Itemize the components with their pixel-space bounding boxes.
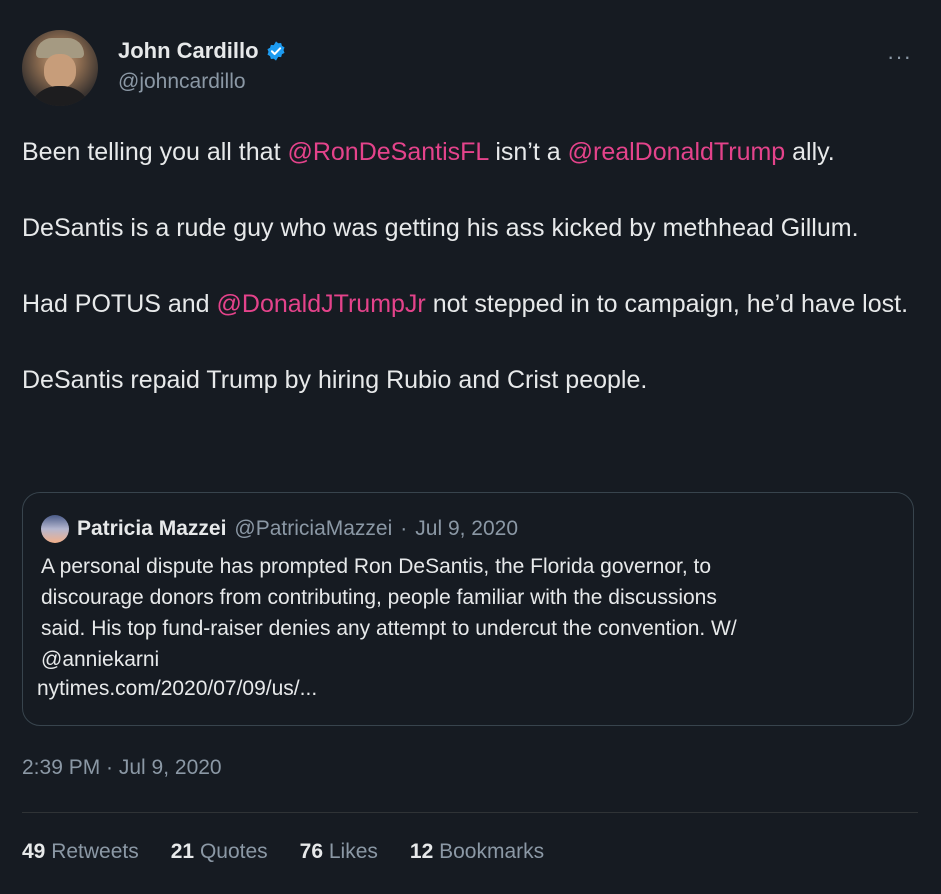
quoted-tweet-header: Patricia Mazzei @PatriciaMazzei · Jul 9,… bbox=[41, 515, 518, 543]
more-options-icon[interactable]: ··· bbox=[887, 44, 912, 70]
tweet-text-segment: Been telling you all that bbox=[22, 138, 288, 166]
bookmarks-count: 12 bbox=[409, 840, 434, 863]
author-handle[interactable]: @johncardillo bbox=[118, 70, 246, 94]
quotes-label: Quotes bbox=[199, 840, 268, 863]
quoted-tweet-text: A personal dispute has prompted Ron DeSa… bbox=[41, 551, 901, 675]
quoted-text-line: @anniekarni bbox=[41, 648, 160, 671]
quoted-text-line: said. His top fund-raiser denies any att… bbox=[41, 617, 737, 640]
mention-link[interactable]: @DonaldJTrumpJr bbox=[217, 290, 426, 318]
quoted-date[interactable]: Jul 9, 2020 bbox=[415, 517, 518, 541]
quotes-count: 21 bbox=[170, 840, 195, 863]
quoted-link[interactable]: nytimes.com/2020/07/09/us/... bbox=[37, 677, 317, 701]
quoted-text-line: A personal dispute has prompted Ron DeSa… bbox=[41, 555, 712, 578]
avatar-shirt bbox=[28, 86, 92, 106]
quoted-text-line: discourage donors from contributing, peo… bbox=[41, 586, 717, 609]
quoted-author-name[interactable]: Patricia Mazzei bbox=[77, 517, 226, 541]
retweets-label: Retweets bbox=[51, 840, 139, 863]
verified-badge-icon bbox=[267, 41, 285, 61]
tweet-timestamp[interactable]: 2:39 PM · Jul 9, 2020 bbox=[22, 756, 222, 780]
quoted-tweet[interactable]: Patricia Mazzei @PatriciaMazzei · Jul 9,… bbox=[22, 492, 914, 726]
mention-link[interactable]: @RonDeSantisFL bbox=[287, 138, 488, 166]
author-name-row: John Cardillo bbox=[118, 38, 287, 64]
tweet-paragraph: DeSantis is a rude guy who was getting h… bbox=[22, 210, 912, 247]
quoted-separator: · bbox=[400, 517, 408, 540]
quotes-stat[interactable]: 21 Quotes bbox=[171, 840, 268, 864]
tweet-paragraph: Been telling you all that @RonDeSantisFL… bbox=[22, 134, 912, 171]
author-avatar[interactable] bbox=[22, 30, 98, 106]
tweet-header: John Cardillo @johncardillo ··· bbox=[22, 28, 922, 108]
quoted-author-avatar[interactable] bbox=[41, 515, 69, 543]
bookmarks-stat[interactable]: 12 Bookmarks bbox=[410, 840, 544, 864]
tweet-paragraph: DeSantis repaid Trump by hiring Rubio an… bbox=[22, 362, 912, 399]
engagement-stats: 49 Retweets 21 Quotes 76 Likes 12 Bookma… bbox=[22, 840, 544, 864]
likes-label: Likes bbox=[328, 840, 378, 863]
likes-count: 76 bbox=[299, 840, 324, 863]
author-display-name[interactable]: John Cardillo bbox=[118, 38, 259, 64]
tweet-text-segment: Had POTUS and bbox=[22, 290, 217, 318]
tweet-text-segment: isn’t a bbox=[488, 138, 568, 166]
bookmarks-label: Bookmarks bbox=[439, 840, 545, 863]
mention-link[interactable]: @realDonaldTrump bbox=[568, 138, 786, 166]
avatar-face bbox=[44, 54, 76, 88]
tweet-text-segment: DeSantis is a rude guy who was getting h… bbox=[22, 214, 859, 242]
retweets-stat[interactable]: 49 Retweets bbox=[22, 840, 139, 864]
tweet-text-segment: ally. bbox=[785, 138, 835, 166]
tweet-text: Been telling you all that @RonDeSantisFL… bbox=[22, 134, 912, 438]
retweets-count: 49 bbox=[22, 840, 46, 863]
quoted-author-handle[interactable]: @PatriciaMazzei bbox=[234, 517, 392, 541]
likes-stat[interactable]: 76 Likes bbox=[300, 840, 378, 864]
tweet-text-segment: not stepped in to campaign, he’d have lo… bbox=[425, 290, 909, 318]
tweet-paragraph: Had POTUS and @DonaldJTrumpJr not steppe… bbox=[22, 286, 912, 323]
divider bbox=[22, 812, 918, 813]
tweet-text-segment: DeSantis repaid Trump by hiring Rubio an… bbox=[22, 366, 648, 394]
